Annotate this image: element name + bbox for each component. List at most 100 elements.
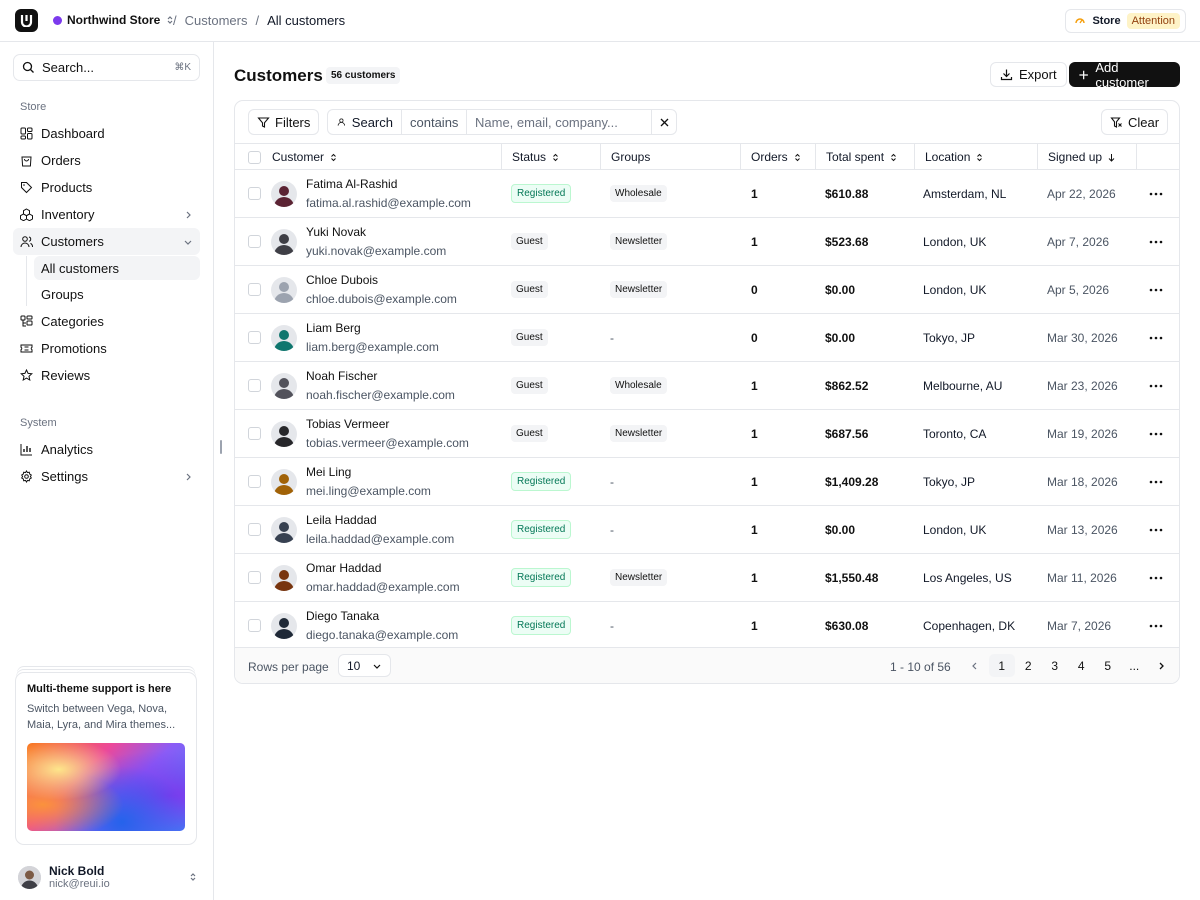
sidebar-item-label: Settings — [41, 469, 88, 484]
page-4-button[interactable]: 4 — [1068, 654, 1095, 677]
customer-cell: Omar Haddad omar.haddad@example.com — [271, 554, 501, 601]
row-checkbox[interactable] — [248, 427, 261, 440]
customer-name[interactable]: Tobias Vermeer — [306, 417, 469, 432]
customer-cell: Chloe Dubois chloe.dubois@example.com — [271, 266, 501, 313]
page-3-button[interactable]: 3 — [1042, 654, 1069, 677]
customer-name[interactable]: Mei Ling — [306, 465, 431, 480]
group-label-store: Store — [20, 101, 47, 113]
sidebar-item-orders[interactable]: Orders — [13, 147, 200, 174]
row-actions-button[interactable] — [1149, 410, 1163, 457]
row-checkbox[interactable] — [248, 235, 261, 248]
row-actions-button[interactable] — [1149, 554, 1163, 601]
customer-name[interactable]: Fatima Al-Rashid — [306, 177, 471, 192]
row-actions-button[interactable] — [1149, 362, 1163, 409]
table-row[interactable]: Liam Berg liam.berg@example.com Guest - … — [235, 314, 1179, 362]
row-checkbox[interactable] — [248, 379, 261, 392]
table-row[interactable]: Omar Haddad omar.haddad@example.com Regi… — [235, 554, 1179, 602]
col-customer[interactable]: Customer — [262, 144, 502, 170]
page-2-button[interactable]: 2 — [1015, 654, 1042, 677]
sidebar-item-products[interactable]: Products — [13, 174, 200, 201]
store-switcher[interactable]: Northwind Store — [53, 13, 175, 27]
table-row[interactable]: Fatima Al-Rashid fatima.al.rashid@exampl… — [235, 170, 1179, 218]
add-customer-button[interactable]: Add customer — [1069, 60, 1180, 90]
row-checkbox[interactable] — [248, 187, 261, 200]
app-logo[interactable] — [15, 9, 38, 32]
row-checkbox[interactable] — [248, 523, 261, 536]
sidebar-item-groups[interactable]: Groups — [34, 282, 200, 306]
row-actions-button[interactable] — [1149, 170, 1163, 217]
row-checkbox[interactable] — [248, 331, 261, 344]
sidebar-item-inventory[interactable]: Inventory — [13, 201, 200, 228]
row-actions-button[interactable] — [1149, 266, 1163, 313]
customer-name[interactable]: Noah Fischer — [306, 369, 455, 384]
sidebar-item-label: Inventory — [41, 207, 95, 222]
select-all-checkbox[interactable] — [248, 150, 261, 164]
remove-filter-button[interactable] — [652, 110, 676, 134]
row-actions-button[interactable] — [1149, 218, 1163, 265]
row-checkbox[interactable] — [248, 475, 261, 488]
export-button[interactable]: Export — [990, 62, 1067, 87]
row-actions-button[interactable] — [1149, 506, 1163, 553]
sidebar-item-analytics[interactable]: Analytics — [13, 436, 200, 463]
sidebar-item-promotions[interactable]: Promotions — [13, 335, 200, 362]
filter-value-field[interactable] — [467, 110, 652, 134]
customer-name[interactable]: Liam Berg — [306, 321, 439, 336]
sidebar-item-settings[interactable]: Settings — [13, 463, 200, 490]
breadcrumb-customers[interactable]: Customers — [185, 13, 248, 28]
customer-name[interactable]: Diego Tanaka — [306, 609, 458, 624]
promo-card[interactable]: Multi-theme support is here Switch betwe… — [15, 672, 197, 845]
table-row[interactable]: Noah Fischer noah.fischer@example.com Gu… — [235, 362, 1179, 410]
table-row[interactable]: Tobias Vermeer tobias.vermeer@example.co… — [235, 410, 1179, 458]
row-actions-button[interactable] — [1149, 458, 1163, 505]
sidebar-search[interactable]: Search... ⌘K — [13, 54, 200, 81]
clear-filters-button[interactable]: Clear — [1101, 109, 1169, 135]
groups-cell: - — [610, 506, 614, 553]
customer-name[interactable]: Chloe Dubois — [306, 273, 457, 288]
row-checkbox[interactable] — [248, 283, 261, 296]
row-actions-button[interactable] — [1149, 602, 1163, 649]
rows-per-page-select[interactable]: 10 — [338, 654, 391, 677]
page-1-button[interactable]: 1 — [988, 654, 1015, 677]
search-icon — [22, 61, 34, 73]
row-checkbox[interactable] — [248, 571, 261, 584]
customer-info: Leila Haddad leila.haddad@example.com — [306, 513, 454, 547]
status-badge: Registered — [511, 520, 572, 539]
page-ellipsis: ... — [1129, 658, 1140, 673]
customer-name[interactable]: Leila Haddad — [306, 513, 454, 528]
chevron-left-icon — [972, 662, 977, 669]
customer-name[interactable]: Omar Haddad — [306, 561, 460, 576]
next-page-button[interactable] — [1148, 654, 1175, 677]
filter-operator-label: contains — [410, 114, 459, 130]
sidebar-item-all-customers[interactable]: All customers — [34, 256, 200, 280]
col-groups[interactable]: Groups — [601, 144, 741, 170]
col-location[interactable]: Location — [915, 144, 1038, 170]
store-status[interactable]: Store Attention — [1065, 9, 1186, 33]
col-signed-up[interactable]: Signed up — [1038, 144, 1137, 170]
table-row[interactable]: Diego Tanaka diego.tanaka@example.com Re… — [235, 602, 1179, 650]
sidebar-resize-handle[interactable] — [220, 440, 222, 454]
col-orders[interactable]: Orders — [741, 144, 816, 170]
orders-cell: 1 — [751, 570, 758, 585]
sidebar-item-categories[interactable]: Categories — [13, 308, 200, 335]
table-row[interactable]: Mei Ling mei.ling@example.com Registered… — [235, 458, 1179, 506]
col-total-spent[interactable]: Total spent — [816, 144, 915, 170]
status-badge: Guest — [511, 281, 548, 298]
filter-value-input[interactable] — [475, 114, 645, 130]
table-row[interactable]: Chloe Dubois chloe.dubois@example.com Gu… — [235, 266, 1179, 314]
row-actions-button[interactable] — [1149, 314, 1163, 361]
filter-operator-select[interactable]: contains — [402, 110, 467, 134]
sidebar-item-dashboard[interactable]: Dashboard — [13, 120, 200, 147]
page-5-button[interactable]: 5 — [1095, 654, 1122, 677]
table-row[interactable]: Yuki Novak yuki.novak@example.com Guest … — [235, 218, 1179, 266]
user-menu[interactable]: Nick Bold nick@reui.io — [18, 862, 198, 892]
more-horizontal-icon — [1149, 432, 1163, 435]
sidebar-item-reviews[interactable]: Reviews — [13, 362, 200, 389]
filter-field-select[interactable]: Search — [328, 110, 402, 134]
row-checkbox[interactable] — [248, 619, 261, 632]
table-row[interactable]: Leila Haddad leila.haddad@example.com Re… — [235, 506, 1179, 554]
customer-name[interactable]: Yuki Novak — [306, 225, 446, 240]
sidebar-item-customers[interactable]: Customers — [13, 228, 200, 255]
filters-button[interactable]: Filters — [248, 109, 320, 135]
prev-page-button[interactable] — [962, 654, 989, 677]
col-status[interactable]: Status — [502, 144, 601, 170]
